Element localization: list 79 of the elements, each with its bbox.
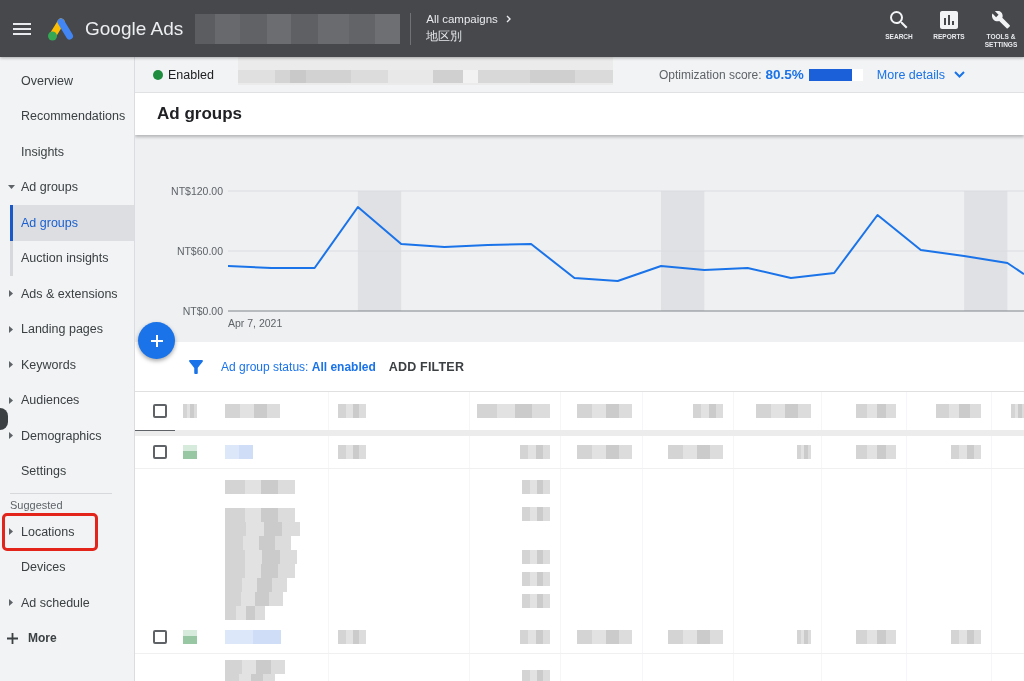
redacted-block [522, 572, 550, 586]
nav-item[interactable]: Audiences [0, 382, 134, 418]
nav-item[interactable]: Settings [0, 453, 134, 489]
nav-item[interactable]: Ad groups [0, 169, 134, 205]
redacted-block [951, 445, 981, 459]
menu-icon [13, 22, 31, 35]
nav-item[interactable]: Devices [0, 549, 134, 585]
checkbox[interactable] [153, 445, 167, 459]
app-name: Google Ads [85, 17, 184, 40]
redacted-block [522, 480, 550, 494]
nav-item[interactable]: Insights [0, 134, 134, 170]
chevron-right-icon [505, 14, 511, 23]
optimization-score: 80.5% [765, 67, 804, 82]
checkbox[interactable] [153, 630, 167, 644]
redacted-block [1011, 404, 1024, 418]
add-filter-button[interactable]: ADD FILTER [388, 359, 465, 374]
redacted-block [693, 404, 723, 418]
collapse-handle[interactable] [0, 408, 8, 430]
redacted-block [225, 445, 253, 459]
section-heading: Suggested [9, 499, 63, 512]
redacted-block [522, 594, 550, 608]
redacted-block [338, 404, 366, 418]
logo-icon [47, 16, 75, 41]
plus-icon [7, 632, 18, 644]
redacted-block [668, 445, 723, 459]
redacted-block [856, 404, 896, 418]
redacted-block [577, 445, 632, 459]
campaign-name: 地区別 [426, 27, 463, 45]
redacted-block [183, 404, 197, 418]
plus-icon [150, 334, 163, 347]
redacted-block [577, 630, 632, 644]
nav-item[interactable]: Locations [0, 514, 134, 550]
status-label: Enabled [168, 67, 214, 82]
redacted-block [522, 670, 550, 681]
more-details-link[interactable]: More details [876, 67, 965, 82]
nav-item[interactable]: Landing pages [0, 311, 134, 347]
bar-chart-icon [940, 11, 958, 29]
redacted-block [756, 404, 811, 418]
redacted-block [522, 507, 550, 521]
redacted-block [183, 445, 197, 459]
nav-item[interactable]: Recommendations [0, 98, 134, 134]
redacted-block [797, 630, 811, 644]
redacted-block [522, 550, 550, 564]
redacted-block [951, 630, 981, 644]
y-axis-label: NT$120.00 [171, 185, 223, 197]
redacted-block [520, 445, 550, 459]
redacted-block [338, 630, 366, 644]
search-icon [890, 11, 908, 29]
redacted-block [668, 630, 723, 644]
checkbox[interactable] [153, 404, 167, 418]
nav-item[interactable]: Ad groups [10, 205, 134, 241]
redacted-block [225, 480, 295, 494]
redacted-block [936, 404, 981, 418]
redacted-block [183, 630, 197, 644]
redacted-block [225, 404, 280, 418]
chevron-down-icon [953, 71, 965, 78]
y-axis-label: NT$0.00 [182, 305, 223, 317]
wrench-icon [992, 11, 1010, 29]
redacted-block [520, 630, 550, 644]
redacted-block [797, 445, 811, 459]
redacted-block [338, 445, 366, 459]
filter-icon[interactable] [189, 359, 203, 374]
redacted-block [856, 630, 896, 644]
redacted-block [577, 404, 632, 418]
y-axis-label: NT$60.00 [176, 245, 223, 257]
redacted-block [225, 630, 281, 644]
x-axis-label: Apr 7, 2021 [228, 317, 283, 329]
breadcrumb-link[interactable]: All campaigns [426, 12, 511, 25]
optimization-label: Optimization score: [658, 67, 762, 82]
redacted-block [856, 445, 896, 459]
nav-item[interactable]: Demographics [0, 418, 134, 454]
nav-item[interactable]: Ad schedule [0, 585, 134, 621]
page-title: Ad groups [157, 104, 242, 124]
nav-item[interactable]: Ads & extensions [0, 276, 134, 312]
nav-item[interactable]: Overview [0, 63, 134, 99]
redacted-block [225, 508, 295, 522]
nav-item[interactable]: Keywords [0, 347, 134, 383]
status-filter-chip[interactable]: Ad group status: All enabled [221, 359, 376, 374]
more-button[interactable]: More [0, 620, 61, 656]
